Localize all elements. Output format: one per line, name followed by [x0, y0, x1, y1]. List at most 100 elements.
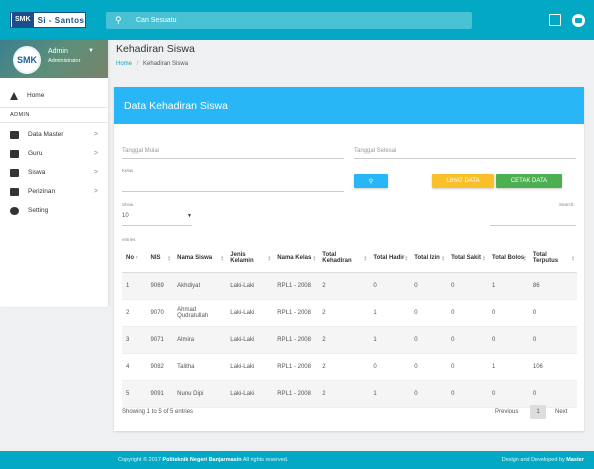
col-header-total-izin[interactable]: Total Izin ▲ ▼ [410, 244, 448, 273]
col-header-nama-kelas[interactable]: Nama Kelas ▲ ▼ [273, 244, 319, 273]
sidebar-item-guru[interactable]: Guru > [0, 144, 108, 163]
sidebar-item-setting[interactable]: Setting [0, 201, 108, 220]
fullscreen-icon[interactable] [549, 14, 561, 26]
folder-icon [10, 130, 19, 139]
table-cell: 2 [318, 299, 370, 327]
sidebar-item-home[interactable]: Home [0, 86, 108, 105]
table-row: 1 9069 Akhdiyat Laki-Laki RPL1 - 2008 2 … [122, 272, 577, 300]
table-row: 3 9071 Almira Laki-Laki RPL1 - 2008 2 1 … [122, 326, 577, 354]
top-navbar: SMK Si - Santos ⚲ [0, 0, 594, 40]
table-cell: 1 [487, 353, 529, 381]
pagination-next[interactable]: Next [555, 405, 567, 419]
table-cell: 106 [528, 353, 577, 381]
col-header-nama-siswa[interactable]: Nama Siswa ▲ ▼ [173, 244, 227, 273]
search-icon: ⚲ [368, 178, 374, 185]
pagination-page-1[interactable]: 1 [530, 405, 546, 419]
global-search-bar[interactable]: ⚲ [106, 12, 472, 29]
sidebar-item-siswa[interactable]: Siswa > [0, 163, 108, 182]
table-cell: 0 [447, 272, 488, 300]
table-cell: 2 [318, 380, 370, 408]
user-role: Administrator [48, 58, 81, 64]
table-cell: 0 [487, 380, 529, 408]
table-cell: RPL1 - 2008 [273, 299, 319, 327]
gear-icon [10, 206, 19, 215]
entries-label: entries [122, 237, 136, 242]
lihat-data-button[interactable]: LIHAT DATA [432, 174, 494, 188]
table-cell: Akhdiyat [173, 272, 227, 300]
user-menu-avatar-icon[interactable] [572, 14, 585, 27]
attendance-table: No ↑ NIS ▲ ▼ Nama Siswa ▲ ▼ Jenis Kelamin ▲ ▼ … [122, 244, 577, 408]
tanggal-mulai-field[interactable]: Tanggal Mulai [122, 145, 344, 159]
table-cell: 0 [528, 299, 577, 327]
sidebar-item-data-master[interactable]: Data Master > [0, 125, 108, 144]
app-logo[interactable]: SMK Si - Santos [10, 12, 86, 28]
table-info: Showing 1 to 5 of 5 entries [122, 409, 194, 415]
entries-per-page-select[interactable]: 10 ▼ [122, 210, 192, 226]
table-row: 2 9070 Ahmad Qudratullah Laki-Laki RPL1 … [122, 299, 577, 327]
table-cell: RPL1 - 2008 [273, 353, 319, 381]
col-header-total-sakit[interactable]: Total Sakit ▲ ▼ [447, 244, 488, 273]
sidebar-item-label: Perizinan [28, 188, 56, 195]
pagination-previous[interactable]: Previous [495, 405, 518, 419]
sidebar-section-header: ADMIN [0, 107, 108, 123]
sidebar-item-label: Data Master [28, 131, 64, 138]
footer-designer-link[interactable]: Master [566, 457, 584, 463]
table-cell: Laki-Laki [226, 380, 274, 408]
logo-badge: SMK [12, 13, 34, 27]
col-header-nis[interactable]: NIS ▲ ▼ [146, 244, 174, 273]
table-cell: 0 [487, 326, 529, 354]
table-cell: 0 [410, 353, 448, 381]
breadcrumb: Home / Kehadiran Siswa [116, 61, 188, 67]
card-title: Data Kehadiran Siswa [114, 87, 584, 124]
user-info-panel: SMK Admin ▼ Administrator [0, 40, 108, 78]
table-cell: 0 [487, 299, 529, 327]
user-name[interactable]: Admin [48, 48, 68, 55]
footer-credit: Design and Developed by Master [502, 457, 584, 463]
col-header-total-hadir[interactable]: Total Hadir ▲ ▼ [369, 244, 411, 273]
table-cell: 9070 [146, 299, 174, 327]
table-cell: 2 [318, 326, 370, 354]
col-header-total-kehadiran[interactable]: Total Kehadiran ▲ ▼ [318, 244, 370, 273]
sidebar-item-perizinan[interactable]: Perizinan > [0, 182, 108, 201]
table-search-label: Search: [559, 202, 575, 207]
search-button[interactable]: ⚲ [354, 174, 388, 188]
avatar: SMK [13, 46, 41, 74]
chevron-right-icon: > [93, 150, 98, 157]
table-cell: Nunu Dipi [173, 380, 227, 408]
col-header-total-terputus[interactable]: Total Terputus ▲ ▼ [528, 244, 577, 273]
table-row: 4 9082 Talitha Laki-Laki RPL1 - 2008 2 0… [122, 353, 577, 381]
table-cell: 4 [122, 353, 147, 381]
home-icon [10, 91, 18, 100]
table-cell: 3 [122, 326, 147, 354]
table-cell: 1 [122, 272, 147, 300]
table-cell: 86 [528, 272, 577, 300]
footer: Copyright © 2017 Politeknik Negeri Banja… [0, 451, 594, 469]
breadcrumb-home-link[interactable]: Home [116, 61, 132, 67]
user-dropdown-caret-icon[interactable]: ▼ [88, 48, 94, 54]
table-cell: Ahmad Qudratullah [173, 299, 227, 327]
table-header-row: No ↑ NIS ▲ ▼ Nama Siswa ▲ ▼ Jenis Kelamin ▲ ▼ … [122, 244, 577, 273]
table-cell: 0 [447, 299, 488, 327]
table-cell: 5 [122, 380, 147, 408]
footer-copyright-prefix: Copyright © 2017 [118, 457, 161, 463]
kelas-select[interactable] [122, 176, 344, 192]
table-cell: 9082 [146, 353, 174, 381]
table-search-input[interactable] [490, 210, 576, 226]
show-label: Show [122, 202, 134, 207]
col-header-jenis-kelamin[interactable]: Jenis Kelamin ▲ ▼ [226, 244, 274, 273]
footer-org-link[interactable]: Politeknik Negeri Banjarmasin [162, 457, 241, 463]
global-search-input[interactable] [136, 14, 436, 27]
col-header-no[interactable]: No ↑ [122, 244, 147, 273]
col-header-total-bolos[interactable]: Total Bolos ▲ ▼ [487, 244, 529, 273]
sidebar-item-label: Siswa [28, 169, 46, 176]
table-cell: 2 [318, 353, 370, 381]
tanggal-selesai-field[interactable]: Tanggal Selesai [354, 145, 576, 159]
cetak-data-button[interactable]: CETAK DATA [496, 174, 562, 188]
sidebar-menu: Home ADMIN Data Master > Guru > Siswa > … [0, 78, 108, 220]
person-icon [10, 168, 19, 177]
footer-copyright: Copyright © 2017 Politeknik Negeri Banja… [118, 457, 288, 463]
table-cell: 2 [318, 272, 370, 300]
table-cell: Almira [173, 326, 227, 354]
chevron-right-icon: > [93, 188, 98, 195]
table-cell: 0 [410, 272, 448, 300]
